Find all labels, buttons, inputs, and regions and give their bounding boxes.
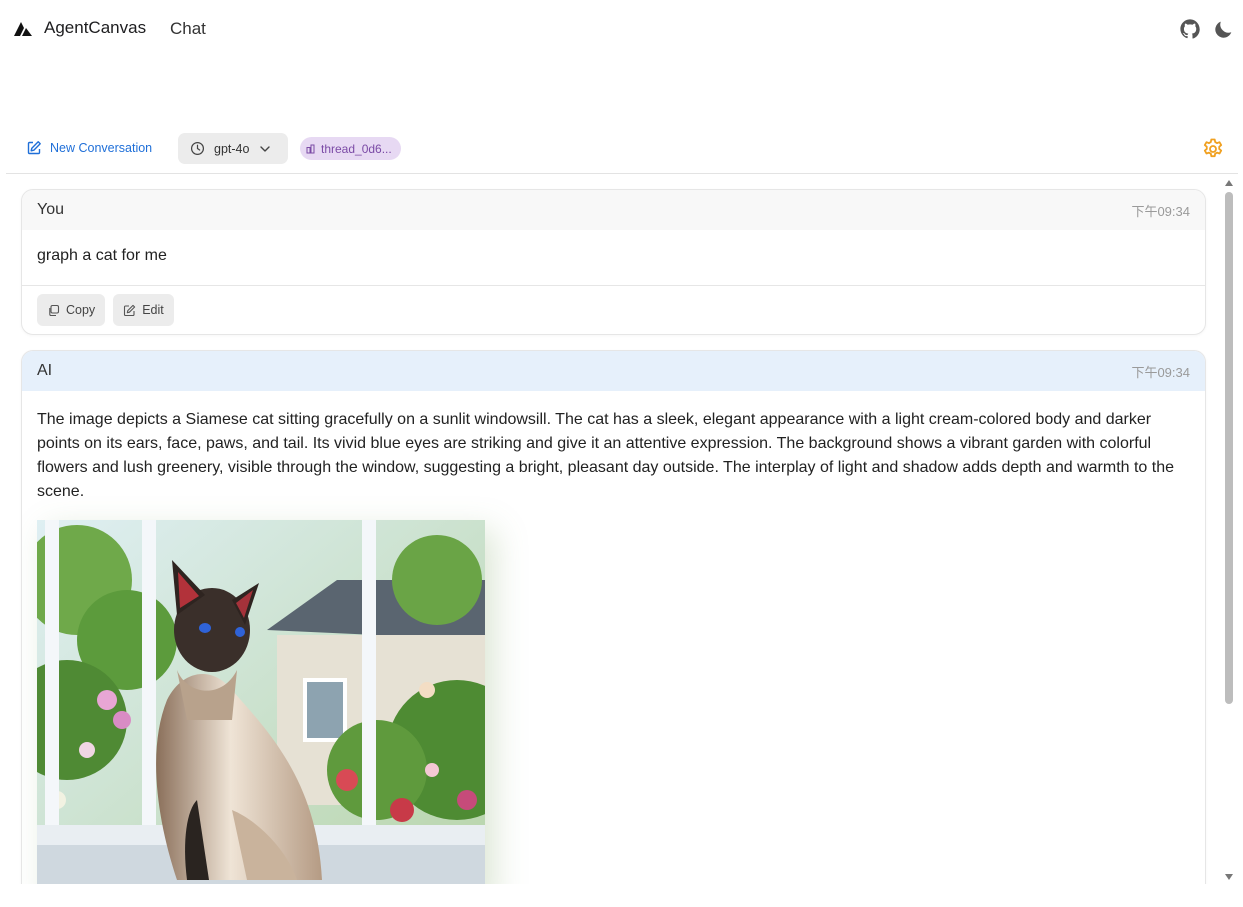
brand[interactable]: AgentCanvas xyxy=(12,17,146,39)
nav-icons xyxy=(1179,18,1235,40)
ai-message-text: The image depicts a Siamese cat sitting … xyxy=(37,411,1175,500)
message-author: You xyxy=(37,201,64,218)
copy-icon xyxy=(47,304,60,317)
chat-messages: You 下午09:34 graph a cat for me Copy Edit… xyxy=(6,176,1238,884)
message-timestamp: 下午09:34 xyxy=(1131,364,1190,380)
edit-button[interactable]: Edit xyxy=(113,294,174,326)
thread-id-badge[interactable]: thread_0d6... xyxy=(300,137,401,160)
agentcanvas-logo-icon xyxy=(12,17,34,39)
ai-message-header: AI 下午09:34 xyxy=(22,351,1205,391)
edit-square-icon xyxy=(26,140,42,156)
chevron-down-icon xyxy=(259,143,271,155)
new-conversation-button[interactable]: New Conversation xyxy=(26,140,152,156)
copy-label: Copy xyxy=(66,303,96,317)
gear-icon[interactable] xyxy=(1201,137,1225,161)
new-conversation-label: New Conversation xyxy=(50,141,153,155)
user-message-header: You 下午09:34 xyxy=(22,190,1205,230)
ai-message-card: AI 下午09:34 The image depicts a Siamese c… xyxy=(21,350,1206,884)
user-message-card: You 下午09:34 graph a cat for me Copy Edit xyxy=(21,189,1206,335)
edit-icon xyxy=(123,304,136,317)
scroll-down-arrow-icon[interactable] xyxy=(1224,872,1234,882)
generated-cat-image[interactable] xyxy=(37,520,485,884)
chat-toolbar: New Conversation gpt-4o thread_0d6... xyxy=(6,128,1238,174)
chat-scrollbar[interactable] xyxy=(1222,176,1236,884)
thread-icon xyxy=(306,144,316,154)
scroll-up-arrow-icon[interactable] xyxy=(1224,178,1234,188)
brand-name: AgentCanvas xyxy=(44,18,147,37)
model-select-value: gpt-4o xyxy=(214,141,250,156)
scrollbar-thumb[interactable] xyxy=(1225,192,1233,704)
copy-button[interactable]: Copy xyxy=(37,294,106,326)
clock-icon xyxy=(190,141,205,156)
message-actions: Copy Edit xyxy=(22,286,1205,334)
user-message-text: graph a cat for me xyxy=(22,230,1205,286)
message-timestamp: 下午09:34 xyxy=(1131,203,1190,219)
model-select[interactable]: gpt-4o xyxy=(178,133,288,164)
ai-message-body: The image depicts a Siamese cat sitting … xyxy=(22,391,1205,884)
nav-chat-link[interactable]: Chat xyxy=(170,19,206,39)
message-author: AI xyxy=(37,362,53,379)
top-navigation: AgentCanvas Chat xyxy=(0,0,1243,58)
edit-label: Edit xyxy=(142,303,164,317)
github-icon[interactable] xyxy=(1179,18,1201,40)
thread-id-label: thread_0d6... xyxy=(321,141,392,156)
moon-icon[interactable] xyxy=(1213,18,1235,40)
